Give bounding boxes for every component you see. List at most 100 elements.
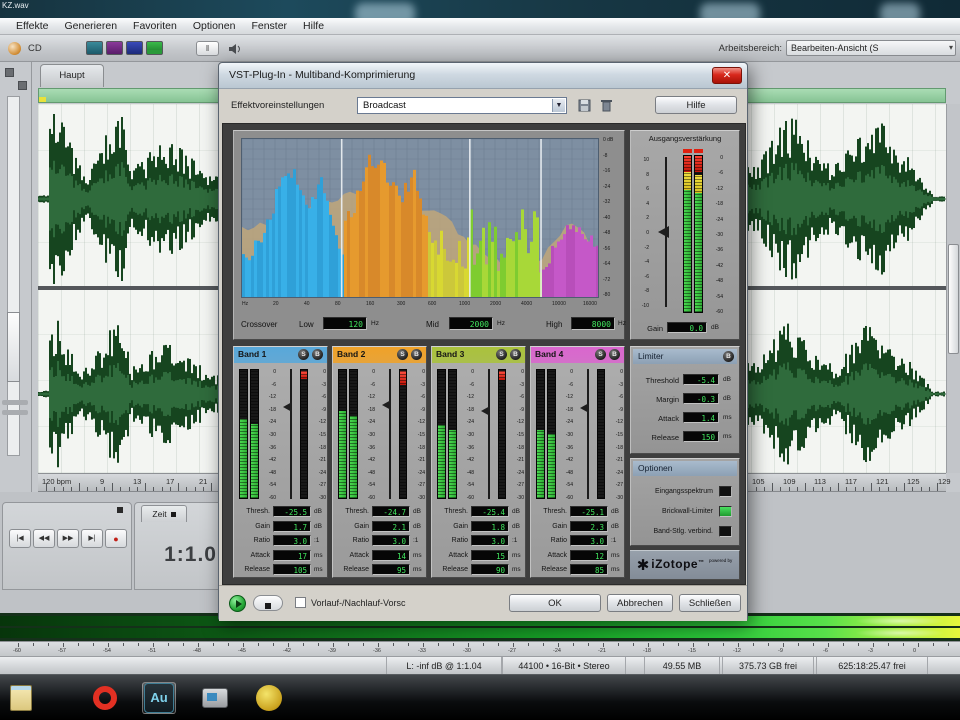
band-bypass-button[interactable]: B	[312, 349, 323, 360]
taskbar-item-filezilla[interactable]	[252, 682, 286, 714]
taskbar-item-audition[interactable]: Au	[142, 682, 176, 714]
crossover-high-value[interactable]: 8000	[571, 317, 615, 330]
band-solo-button[interactable]: S	[496, 349, 507, 360]
band-scale-label: -6	[359, 382, 375, 388]
skip-end-button[interactable]: ▶|	[81, 529, 103, 548]
workspace-dropdown[interactable]: Bearbeiten-Ansicht (S	[786, 40, 956, 56]
menu-bar: EffekteGenerierenFavoritenOptionenFenste…	[0, 18, 960, 35]
band-gain-unit: dB	[413, 523, 421, 530]
panel-menu-icon[interactable]	[171, 512, 176, 517]
save-preset-icon[interactable]	[577, 98, 592, 113]
rewind-button[interactable]: ◀◀	[33, 529, 55, 548]
band-attack-value[interactable]: 14	[372, 550, 410, 561]
band-ratio-value[interactable]: 3.0	[471, 535, 509, 546]
option-checkbox[interactable]	[719, 486, 732, 497]
skip-start-button[interactable]: |◀	[9, 529, 31, 548]
band-gain-value[interactable]: 2.1	[372, 521, 410, 532]
taskbar-item-devices[interactable]	[198, 682, 232, 714]
panel-menu-icon[interactable]	[117, 507, 123, 513]
taskbar-item-notes[interactable]	[4, 682, 38, 714]
menu-item-fenster[interactable]: Fenster	[243, 20, 295, 32]
waveform-view-button[interactable]	[86, 41, 103, 55]
record-mode-icon[interactable]	[8, 42, 21, 55]
delete-preset-icon[interactable]	[599, 98, 614, 113]
tab-haupt[interactable]: Haupt	[40, 64, 104, 87]
phase-view-button[interactable]	[146, 41, 163, 55]
cancel-button[interactable]: Abbrechen	[607, 594, 673, 612]
speaker-icon[interactable]	[228, 43, 242, 55]
band-release-value[interactable]: 90	[471, 564, 509, 575]
band-threshold-slider[interactable]	[290, 369, 292, 499]
band-ratio-value[interactable]: 3.0	[372, 535, 410, 546]
spectral-view-button[interactable]	[106, 41, 123, 55]
band-gain-value[interactable]: 1.7	[273, 521, 311, 532]
clip-led-left[interactable]	[683, 149, 692, 153]
option-checkbox[interactable]	[719, 506, 732, 517]
taskbar-item-opera[interactable]	[88, 682, 122, 714]
menu-item-hilfe[interactable]: Hilfe	[295, 20, 332, 32]
limiter-value[interactable]: -5.4	[683, 374, 719, 385]
fast-forward-button[interactable]: ▶▶	[57, 529, 79, 548]
tab-zeit[interactable]: Zeit	[141, 505, 187, 522]
band-threshold-slider[interactable]	[488, 369, 490, 499]
spectrum-plot[interactable]	[241, 138, 599, 298]
band-solo-button[interactable]: S	[298, 349, 309, 360]
band-threshold-thumb[interactable]	[580, 403, 589, 413]
option-checkbox[interactable]	[719, 526, 732, 537]
band-gain-value[interactable]: 1.8	[471, 521, 509, 532]
output-gain-thumb[interactable]	[658, 226, 669, 238]
close-icon[interactable]: ✕	[712, 67, 742, 84]
preview-stop-button[interactable]	[253, 595, 283, 611]
band-threshold-thumb[interactable]	[382, 400, 391, 410]
band-bypass-button[interactable]: B	[609, 349, 620, 360]
limiter-value[interactable]: 150	[683, 431, 719, 442]
band-gain-value[interactable]: 2.3	[570, 521, 608, 532]
pan-view-button[interactable]	[126, 41, 143, 55]
panel-icon[interactable]	[5, 68, 14, 77]
menu-item-optionen[interactable]: Optionen	[185, 20, 244, 32]
panel-scrollbar-thumb[interactable]	[7, 312, 20, 382]
record-button[interactable]: ●	[105, 529, 127, 548]
vertical-scrollbar[interactable]	[946, 104, 960, 473]
band-ratio-value[interactable]: 3.0	[570, 535, 608, 546]
band-solo-button[interactable]: S	[595, 349, 606, 360]
crossover-low-value[interactable]: 120	[323, 317, 367, 330]
help-button[interactable]: Hilfe	[655, 96, 737, 114]
preview-play-button[interactable]	[229, 595, 246, 612]
preset-dropdown[interactable]: Broadcast▼	[357, 97, 567, 114]
band-ratio-value[interactable]: 3.0	[273, 535, 311, 546]
limiter-bypass-button[interactable]: B	[723, 351, 734, 362]
menu-item-favoriten[interactable]: Favoriten	[125, 20, 185, 32]
band-bypass-button[interactable]: B	[510, 349, 521, 360]
vertical-scrollbar-thumb[interactable]	[948, 244, 959, 354]
band-thresh-value[interactable]: -24.7	[372, 506, 410, 517]
band-thresh-value[interactable]: -25.5	[273, 506, 311, 517]
band-thresh-value[interactable]: -25.4	[471, 506, 509, 517]
limiter-value[interactable]: 1.4	[683, 412, 719, 423]
menu-item-effekte[interactable]: Effekte	[8, 20, 57, 32]
band-release-value[interactable]: 95	[372, 564, 410, 575]
band-thresh-value[interactable]: -25.1	[570, 506, 608, 517]
band-release-value[interactable]: 85	[570, 564, 608, 575]
marker-tool-button[interactable]: ‖	[196, 41, 219, 56]
preview-checkbox[interactable]	[295, 597, 306, 608]
output-gain-value[interactable]: 0.0	[667, 322, 707, 333]
band-threshold-slider[interactable]	[389, 369, 391, 499]
band-attack-value[interactable]: 12	[570, 550, 608, 561]
clip-led-right[interactable]	[694, 149, 703, 153]
band-release-value[interactable]: 105	[273, 564, 311, 575]
panel-icon[interactable]	[18, 81, 27, 90]
band-bypass-button[interactable]: B	[411, 349, 422, 360]
ok-button[interactable]: OK	[509, 594, 601, 612]
band-solo-button[interactable]: S	[397, 349, 408, 360]
band-attack-value[interactable]: 17	[273, 550, 311, 561]
dialog-titlebar[interactable]: VST-Plug-In - Multiband-Komprimierung	[219, 63, 747, 89]
close-button[interactable]: Schließen	[679, 594, 741, 612]
band-threshold-thumb[interactable]	[481, 406, 490, 416]
band-threshold-slider[interactable]	[587, 369, 589, 499]
band-threshold-thumb[interactable]	[283, 402, 292, 412]
menu-item-generieren[interactable]: Generieren	[57, 20, 126, 32]
crossover-mid-value[interactable]: 2000	[449, 317, 493, 330]
limiter-value[interactable]: -0.3	[683, 393, 719, 404]
band-attack-value[interactable]: 15	[471, 550, 509, 561]
